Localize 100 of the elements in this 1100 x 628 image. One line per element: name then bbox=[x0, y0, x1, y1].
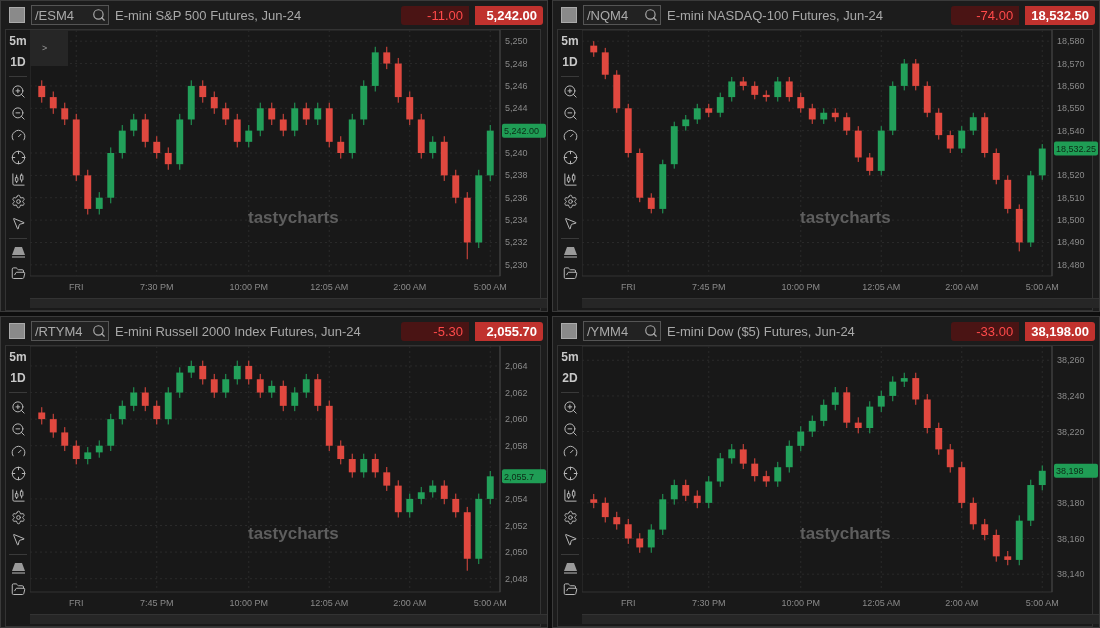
settings-button[interactable] bbox=[562, 194, 578, 209]
candle bbox=[946, 443, 954, 474]
axis-label: 7:30 PM bbox=[140, 282, 174, 292]
candle bbox=[406, 493, 414, 519]
zoom-out-button[interactable] bbox=[10, 106, 26, 121]
axis-label: 18,580 bbox=[1057, 36, 1085, 47]
crosshair-button[interactable] bbox=[562, 150, 578, 165]
range-button[interactable]: 2D bbox=[562, 371, 578, 385]
scrollbar[interactable] bbox=[582, 614, 1099, 624]
zoom-in-button[interactable] bbox=[10, 400, 26, 415]
candle bbox=[417, 486, 425, 505]
candle bbox=[854, 416, 862, 434]
axis-label: 38,220 bbox=[1057, 426, 1085, 437]
pointer-button[interactable] bbox=[562, 532, 578, 547]
folder-button[interactable] bbox=[10, 266, 26, 281]
symbol-field[interactable]: /YMM4 bbox=[583, 321, 661, 341]
symbol-field[interactable]: /NQM4 bbox=[583, 5, 661, 25]
candlestick-button[interactable] bbox=[562, 172, 578, 187]
axis-label: 2:00 AM bbox=[393, 598, 427, 608]
crosshair-button[interactable] bbox=[10, 466, 26, 481]
candle bbox=[981, 518, 989, 541]
watermark: tastycharts bbox=[248, 524, 339, 544]
folder-button[interactable] bbox=[562, 582, 578, 597]
axis-label: 38,160 bbox=[1057, 533, 1085, 544]
range-button[interactable]: 1D bbox=[10, 371, 26, 385]
axis-label: 5,244 bbox=[505, 103, 528, 114]
candle bbox=[797, 425, 805, 452]
candle bbox=[866, 152, 874, 176]
zoom-in-button[interactable] bbox=[10, 84, 26, 99]
last-price: 2,055.70 bbox=[475, 321, 543, 341]
folder-button[interactable] bbox=[10, 582, 26, 597]
zoom-in-button[interactable] bbox=[562, 84, 578, 99]
candlestick-button[interactable] bbox=[562, 488, 578, 503]
candlestick-button[interactable] bbox=[10, 172, 26, 187]
candle bbox=[95, 191, 103, 215]
zoom-in-button[interactable] bbox=[562, 400, 578, 415]
scrollbar[interactable] bbox=[30, 298, 547, 308]
candle bbox=[613, 511, 621, 531]
search-icon bbox=[644, 8, 658, 22]
pointer-button[interactable] bbox=[562, 216, 578, 231]
crosshair-button[interactable] bbox=[562, 466, 578, 481]
candle bbox=[969, 112, 977, 136]
trapezoid-button[interactable] bbox=[562, 246, 578, 259]
pointer-button[interactable] bbox=[10, 532, 26, 547]
pointer-button[interactable] bbox=[10, 216, 26, 231]
candle bbox=[279, 113, 287, 137]
candle bbox=[164, 146, 172, 171]
interval-button[interactable]: 5m bbox=[561, 350, 579, 364]
range-button[interactable]: 1D bbox=[562, 55, 578, 69]
candle bbox=[958, 125, 966, 154]
zoom-out-button[interactable] bbox=[562, 106, 578, 121]
candle bbox=[486, 470, 494, 505]
candle bbox=[958, 461, 966, 509]
price-label: 18,532.25 bbox=[1054, 141, 1098, 156]
trapezoid-button[interactable] bbox=[10, 562, 26, 575]
trapezoid-button[interactable] bbox=[562, 562, 578, 575]
trapezoid-button[interactable] bbox=[10, 246, 26, 259]
candle bbox=[877, 125, 885, 176]
crosshair-button[interactable] bbox=[10, 150, 26, 165]
candle bbox=[601, 497, 609, 523]
candle bbox=[72, 113, 80, 182]
axis-label: FRI bbox=[621, 282, 636, 292]
interval-button[interactable]: 5m bbox=[561, 34, 579, 48]
instrument-title: E-mini S&P 500 Futures, Jun-24 bbox=[115, 7, 303, 23]
price-change: -74.00 bbox=[951, 5, 1020, 25]
axis-label: 18,480 bbox=[1057, 259, 1085, 270]
candle bbox=[141, 386, 149, 412]
scrollbar[interactable] bbox=[30, 614, 547, 624]
gauge-button[interactable] bbox=[10, 444, 26, 459]
candle bbox=[1015, 514, 1023, 566]
scrollbar[interactable] bbox=[582, 298, 1099, 308]
axis-label: 2,050 bbox=[505, 547, 528, 558]
candle bbox=[670, 479, 678, 506]
interval-button[interactable]: 5m bbox=[9, 34, 27, 48]
candle bbox=[613, 69, 621, 114]
candle bbox=[279, 380, 287, 412]
settings-button[interactable] bbox=[562, 510, 578, 525]
settings-button[interactable] bbox=[10, 194, 26, 209]
candle bbox=[716, 92, 724, 118]
gauge-button[interactable] bbox=[10, 128, 26, 143]
candlestick-button[interactable] bbox=[10, 488, 26, 503]
candle bbox=[624, 518, 632, 545]
symbol-field[interactable]: /ESM4 bbox=[31, 5, 109, 25]
settings-button[interactable] bbox=[10, 510, 26, 525]
symbol-field[interactable]: /RTYM4 bbox=[31, 321, 109, 341]
candle bbox=[889, 375, 897, 402]
candle bbox=[187, 360, 195, 379]
candle bbox=[843, 112, 851, 136]
price-change: -11.00 bbox=[401, 5, 469, 25]
folder-button[interactable] bbox=[562, 266, 578, 281]
candle bbox=[923, 393, 931, 434]
gauge-button[interactable] bbox=[562, 128, 578, 143]
zoom-out-button[interactable] bbox=[10, 422, 26, 437]
gauge-button[interactable] bbox=[562, 444, 578, 459]
trapezoid-icon bbox=[562, 246, 578, 259]
interval-button[interactable]: 5m bbox=[9, 350, 27, 364]
range-button[interactable]: 1D bbox=[10, 55, 26, 69]
candle bbox=[118, 400, 126, 425]
zoom-out-button[interactable] bbox=[562, 422, 578, 437]
expand-tab[interactable]: > bbox=[30, 30, 68, 66]
